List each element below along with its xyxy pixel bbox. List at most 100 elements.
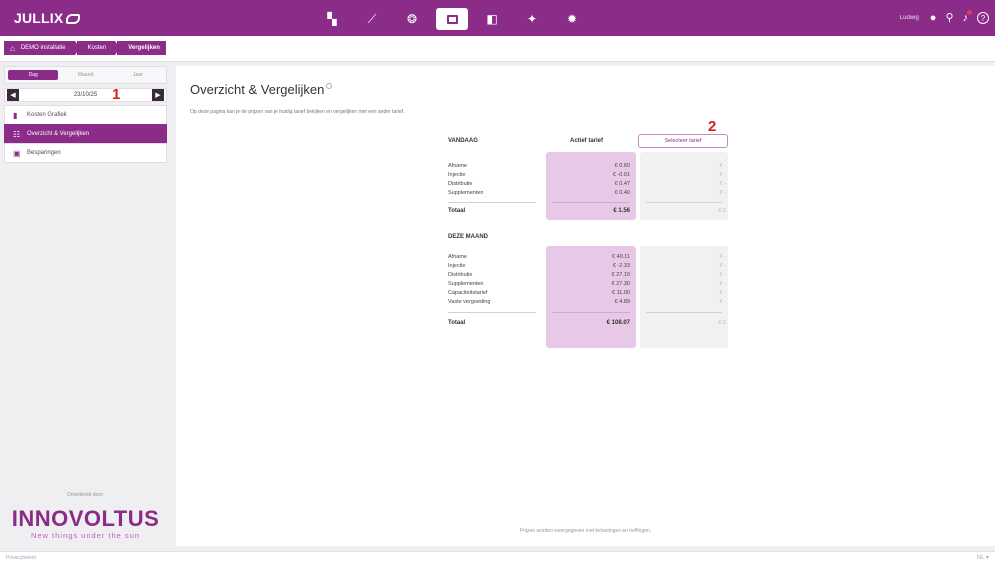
month-row-label: Capaciteitstarief: [448, 290, 488, 296]
chevron-left-icon: ◀: [10, 92, 16, 99]
help-icon[interactable]: ?: [977, 12, 989, 24]
month-row-other: € -: [719, 272, 726, 278]
next-date-button[interactable]: ▶: [152, 89, 164, 101]
month-total-other: € 0: [718, 320, 726, 326]
month-row-value: € 40.11: [612, 254, 630, 260]
innovoltus-tagline: New things under the sun: [30, 531, 141, 540]
month-total-value: € 108.07: [606, 320, 630, 326]
logo-mark-icon: [66, 14, 81, 25]
prices-footnote: Prijzen worden weergegeven met belasting…: [519, 528, 652, 534]
language-selector[interactable]: NL ▾: [977, 554, 989, 561]
plug-icon: ✦: [526, 12, 538, 26]
sidebar-item-label: Kosten Grafiek: [27, 112, 67, 118]
privacy-link[interactable]: Privacybeleid: [6, 555, 36, 561]
notification-badge: [967, 9, 972, 15]
sidebar-item-label: Overzicht & Vergelijken: [27, 131, 90, 137]
month-row-value: € 27.30: [611, 281, 630, 287]
nav-plug-button[interactable]: ✦: [516, 8, 548, 30]
today-heading: VANDAAG: [448, 138, 478, 144]
status-bar: Privacybeleid NL ▾: [0, 551, 995, 564]
month-total-divider: [448, 312, 536, 313]
date-value[interactable]: 23/10/25: [21, 92, 150, 98]
month-heading: DEZE MAAND: [448, 234, 488, 240]
month-row-other: € -: [719, 290, 726, 296]
breadcrumb: ⌂ DEMO installatie Kosten Vergelijken: [4, 41, 166, 55]
main-panel: Overzicht & Vergelijken Op deze pagina k…: [176, 66, 995, 546]
sidebar-item-label: Besparingen: [27, 150, 61, 156]
month-row-value: € 11.00: [612, 290, 630, 296]
info-icon[interactable]: [326, 83, 333, 89]
today-total-divider: [448, 202, 536, 203]
annotation-marker-1: 1: [112, 86, 121, 103]
prev-date-button[interactable]: ◀: [7, 89, 19, 101]
month-total-divider-active: [552, 312, 630, 313]
user-icon[interactable]: ●: [930, 12, 937, 24]
sidebar-item-overzicht[interactable]: ☷ Overzicht & Vergelijken: [4, 124, 167, 144]
sidebar-item-kosten-grafiek[interactable]: ▮ Kosten Grafiek: [4, 105, 167, 125]
compare-icon: ☷: [13, 129, 21, 139]
tab-year[interactable]: Jaar: [113, 70, 163, 80]
nav-dashboard-button[interactable]: ▚: [316, 8, 348, 30]
period-selector: Dag Maand Jaar: [4, 66, 167, 84]
sidebar-item-besparingen[interactable]: ▣ Besparingen: [4, 143, 167, 163]
breadcrumb-kosten-label: Kosten: [87, 45, 107, 51]
month-row-other: € -: [719, 254, 726, 260]
nav-brain-button[interactable]: ❂: [396, 8, 428, 30]
month-total-divider-other: [646, 312, 722, 313]
month-row-label: Afname: [448, 254, 467, 260]
month-row-other: € -: [719, 263, 726, 269]
bar-chart-icon: ▮: [13, 110, 18, 120]
user-name[interactable]: Ludwig: [900, 15, 919, 21]
bell-icon[interactable]: ♪: [963, 9, 972, 24]
search-icon[interactable]: ⚲: [945, 12, 953, 24]
today-row-label: Supplementen: [448, 190, 484, 196]
month-row-value: € 4.89: [614, 299, 630, 305]
today-row-other: € -: [719, 172, 726, 178]
page-description: Op deze pagina kan je de prijzen van je …: [190, 109, 405, 115]
other-tariff-month-column: [640, 246, 728, 348]
nav-settings-button[interactable]: ✹: [556, 8, 588, 30]
page-title-text: Overzicht & Vergelijken: [190, 82, 325, 97]
nav-cost-button[interactable]: [436, 8, 468, 30]
breadcrumb-kosten[interactable]: Kosten: [76, 41, 120, 55]
month-row-label: Injectie: [448, 263, 466, 269]
nav-document-button[interactable]: ◧: [476, 8, 508, 30]
app-logo[interactable]: JULLIX: [14, 10, 81, 26]
today-total-value: € 1.56: [613, 208, 630, 214]
savings-icon: ▣: [13, 148, 21, 158]
month-row-value: € 27.10: [611, 272, 630, 278]
innovoltus-logo[interactable]: INNOVOLTUS: [4, 506, 167, 532]
sponsor-block: Ontwikkeld door: INNOVOLTUS New things u…: [4, 492, 167, 540]
month-row-other: € -: [719, 299, 726, 305]
home-icon: ⌂: [10, 43, 15, 53]
page-title: Overzicht & Vergelijken: [190, 82, 333, 97]
today-total-divider-active: [552, 202, 630, 203]
nav-chart-button[interactable]: ⟋: [356, 8, 388, 30]
today-total-divider-other: [646, 202, 722, 203]
month-total-label: Totaal: [448, 320, 466, 326]
tab-month[interactable]: Maand: [60, 70, 110, 80]
active-tariff-header: Actief tarief: [570, 138, 604, 144]
dashboard-icon: ▚: [327, 12, 337, 26]
sidebar: Dag Maand Jaar ◀ 23/10/25 ▶ 1 ▮ Kosten Gr…: [4, 66, 167, 546]
today-total-label: Totaal: [448, 208, 466, 214]
month-row-label: Distributie: [448, 272, 473, 278]
month-row-label: Supplementen: [448, 281, 484, 287]
today-row-value: € 0.40: [614, 190, 630, 196]
today-row-value: € 0.47: [614, 181, 630, 187]
month-row-other: € -: [719, 281, 726, 287]
breadcrumb-home[interactable]: ⌂ DEMO installatie: [4, 41, 80, 55]
select-tariff-button[interactable]: Selecteer tarief: [638, 134, 728, 148]
today-row-label: Afname: [448, 163, 467, 169]
tab-day[interactable]: Dag: [8, 70, 59, 80]
sponsor-label: Ontwikkeld door:: [66, 492, 105, 498]
today-row-other: € -: [719, 190, 726, 196]
breadcrumb-current-label: Vergelijken: [128, 45, 160, 51]
today-row-other: € -: [719, 163, 726, 169]
today-row-label: Distributie: [448, 181, 473, 187]
breadcrumb-bar: ⌂ DEMO installatie Kosten Vergelijken: [0, 36, 995, 62]
annotation-marker-2: 2: [708, 118, 717, 135]
date-picker: ◀ 23/10/25 ▶: [4, 88, 167, 102]
breadcrumb-home-label: DEMO installatie: [20, 45, 66, 51]
today-row-value: € 0.60: [614, 163, 630, 169]
